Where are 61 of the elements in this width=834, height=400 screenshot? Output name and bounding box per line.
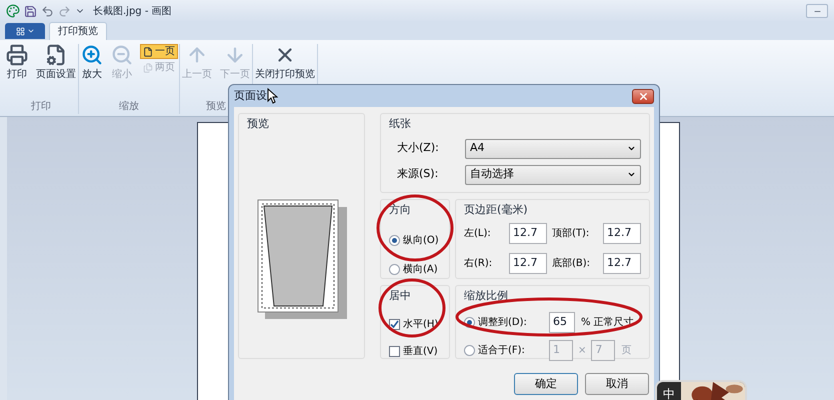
- group-title: 方向: [389, 202, 412, 218]
- radio-button[interactable]: [389, 234, 400, 246]
- undo-icon[interactable]: [41, 4, 54, 18]
- radio-label: 适合于(F):: [478, 344, 526, 358]
- group-title: 页边距(毫米): [464, 202, 529, 218]
- checkbox[interactable]: [389, 346, 400, 356]
- input-field[interactable]: 12.7: [509, 252, 547, 274]
- ribbon-button[interactable]: 打印: [5, 44, 29, 81]
- dialog-title: 页面设: [234, 88, 267, 104]
- dialog-button[interactable]: 确定: [514, 373, 578, 395]
- app-menu-button[interactable]: [5, 23, 45, 39]
- mouse-pointer-icon: [267, 88, 278, 104]
- window-title: 长截图.jpg - 画图: [93, 4, 172, 18]
- close-icon: [638, 90, 648, 102]
- field-label: 右(R):: [464, 256, 494, 270]
- radio-label: 纵向(O): [403, 234, 439, 248]
- dropdown[interactable]: 自动选择: [465, 164, 641, 184]
- ribbon-icon: [111, 44, 133, 66]
- field-label: 左(L):: [464, 226, 492, 240]
- unit-label: 页: [621, 344, 632, 358]
- group-title: 居中: [389, 288, 412, 304]
- ribbon-button[interactable]: 放大: [80, 44, 104, 81]
- field-label: 底部(B):: [552, 256, 592, 270]
- group-title: 纸张: [389, 116, 412, 132]
- grid-icon: [16, 26, 24, 36]
- radio-button[interactable]: [389, 264, 400, 274]
- caret-icon: [26, 27, 34, 35]
- checkbox-label: 垂直(V): [403, 344, 438, 358]
- caret-icon: [627, 144, 636, 153]
- caret-icon: [627, 170, 636, 179]
- group-label: 预览: [206, 100, 226, 114]
- field-label: 大小(Z):: [397, 140, 440, 156]
- times-sign: ×: [578, 344, 586, 358]
- highlight-ellipse: [378, 278, 446, 338]
- input-field[interactable]: 65: [549, 312, 575, 332]
- radio-label: 调整到(D):: [478, 316, 528, 330]
- ribbon-icon: [45, 44, 67, 66]
- ribbon-icon: [6, 44, 28, 66]
- input-field[interactable]: 12.7: [603, 222, 641, 244]
- ribbon-tab[interactable]: 打印预览: [49, 22, 107, 40]
- group-title: 预览: [247, 116, 270, 132]
- input-field[interactable]: 12.7: [603, 252, 641, 274]
- input-field[interactable]: 12.7: [509, 222, 547, 244]
- checkbox[interactable]: [389, 318, 400, 330]
- group-label: 打印: [31, 100, 51, 114]
- radio-label: 横向(A): [403, 262, 438, 276]
- app-icon: [6, 4, 20, 18]
- ribbon-button[interactable]: 页面设置: [35, 44, 77, 81]
- group-title: 缩放比例: [464, 288, 509, 304]
- dropdown[interactable]: A4: [465, 138, 641, 158]
- ime-mode-label: 中: [662, 386, 676, 400]
- page-view-button[interactable]: 一页: [140, 44, 178, 59]
- save-icon[interactable]: [24, 4, 37, 18]
- group-label: 缩放: [119, 100, 139, 114]
- ribbon-button[interactable]: 关闭打印预览: [254, 44, 316, 81]
- radio-button[interactable]: [464, 344, 475, 356]
- close-button[interactable]: [632, 88, 654, 104]
- dialog-button[interactable]: 取消: [585, 373, 649, 395]
- ribbon-icon: [81, 44, 103, 66]
- field-label: 来源(S):: [397, 166, 440, 182]
- field-label: 顶部(T):: [552, 226, 590, 240]
